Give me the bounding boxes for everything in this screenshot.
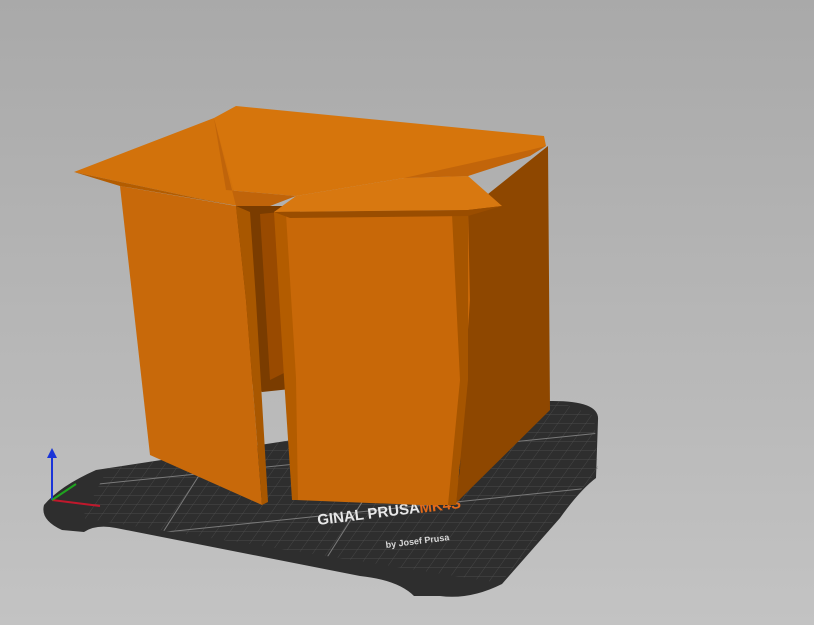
- 3d-viewport[interactable]: GINAL PRUSA MK4S by Josef Prusa: [0, 0, 814, 625]
- model-front-wall[interactable]: [274, 210, 470, 505]
- 3d-scene[interactable]: GINAL PRUSA MK4S by Josef Prusa: [0, 0, 814, 625]
- 3d-model[interactable]: [74, 106, 550, 505]
